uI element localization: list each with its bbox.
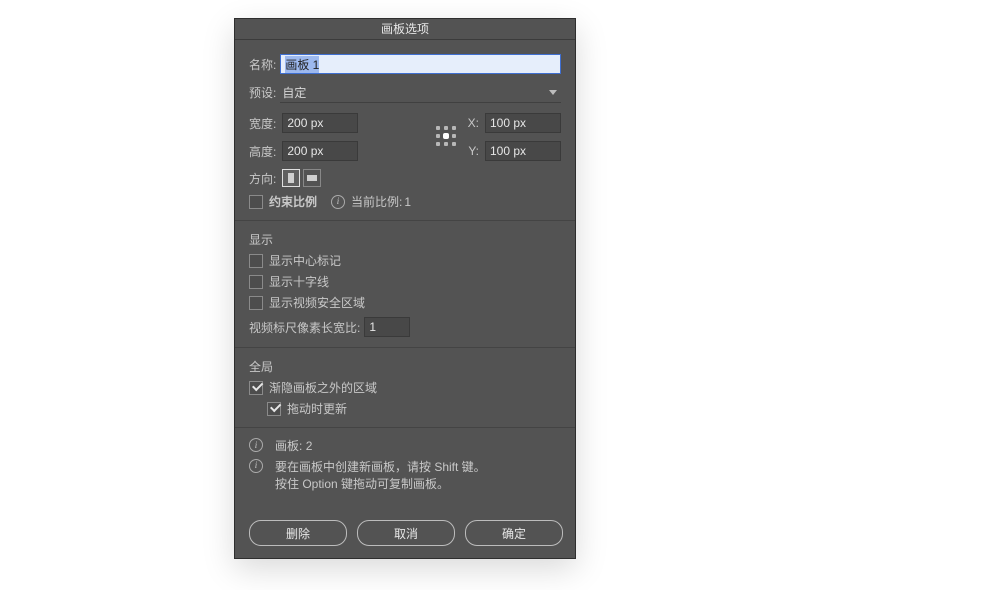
chevron-down-icon — [549, 90, 557, 95]
preset-value: 自定 — [282, 84, 306, 101]
fade-row: 渐隐画板之外的区域 — [249, 379, 561, 396]
info-icon: i — [331, 195, 345, 209]
fade-checkbox[interactable] — [249, 381, 263, 395]
x-input[interactable] — [485, 113, 561, 133]
info-icon: i — [249, 438, 263, 452]
orientation-label: 方向: — [249, 170, 276, 187]
hint-row: i 要在画板中创建新画板，请按 Shift 键。 按住 Option 键拖动可复… — [249, 459, 561, 493]
preset-select[interactable]: 自定 — [280, 82, 561, 103]
x-label: X: — [468, 116, 479, 130]
show-cross-checkbox[interactable] — [249, 275, 263, 289]
par-label: 视频标尺像素长宽比: — [249, 319, 360, 336]
orientation-portrait-button[interactable] — [282, 169, 300, 187]
hint-line-2: 按住 Option 键拖动可复制画板。 — [275, 477, 449, 491]
width-label: 宽度: — [249, 115, 276, 132]
orientation-row: 方向: — [249, 169, 561, 187]
show-cross-label: 显示十字线 — [269, 273, 329, 290]
landscape-icon — [307, 175, 317, 181]
preset-row: 预设: 自定 — [249, 82, 561, 103]
width-input[interactable] — [282, 113, 358, 133]
artboard-options-dialog: 画板选项 名称: 预设: 自定 宽度: X: — [234, 18, 576, 559]
height-input[interactable] — [282, 141, 358, 161]
artboard-count-row: i 画板: 2 — [249, 438, 561, 455]
height-label: 高度: — [249, 143, 276, 160]
show-safe-row: 显示视频安全区域 — [249, 294, 561, 311]
constrain-row: 约束比例 i 当前比例: 1 — [249, 193, 561, 210]
show-center-checkbox[interactable] — [249, 254, 263, 268]
par-row: 视频标尺像素长宽比: — [249, 317, 561, 337]
show-center-row: 显示中心标记 — [249, 252, 561, 269]
constrain-checkbox[interactable] — [249, 195, 263, 209]
current-ratio-label: 当前比例: — [351, 193, 402, 210]
drag-update-checkbox[interactable] — [267, 402, 281, 416]
drag-update-label: 拖动时更新 — [287, 400, 347, 417]
show-center-label: 显示中心标记 — [269, 252, 341, 269]
artboard-count-label: 画板: — [275, 439, 302, 453]
hint-line-1: 要在画板中创建新画板，请按 Shift 键。 — [275, 460, 486, 474]
delete-button[interactable]: 删除 — [249, 520, 347, 546]
y-input[interactable] — [485, 141, 561, 161]
name-label: 名称: — [249, 56, 276, 73]
par-input[interactable] — [364, 317, 410, 337]
ok-button[interactable]: 确定 — [465, 520, 563, 546]
constrain-label: 约束比例 — [269, 193, 317, 210]
current-ratio-value: 1 — [404, 195, 411, 209]
cancel-button[interactable]: 取消 — [357, 520, 455, 546]
button-row: 删除 取消 确定 — [235, 506, 575, 558]
y-label: Y: — [468, 144, 479, 158]
artboard-count-value: 2 — [306, 439, 313, 453]
hint-text: 要在画板中创建新画板，请按 Shift 键。 按住 Option 键拖动可复制画… — [275, 459, 486, 493]
name-row: 名称: — [249, 54, 561, 74]
drag-update-row: 拖动时更新 — [267, 400, 561, 417]
name-input[interactable] — [280, 54, 561, 74]
fade-label: 渐隐画板之外的区域 — [269, 379, 377, 396]
dialog-content: 名称: 预设: 自定 宽度: X: 高度: Y — [235, 40, 575, 506]
orientation-landscape-button[interactable] — [303, 169, 321, 187]
dimensions-grid: 宽度: X: 高度: Y: — [249, 113, 561, 161]
global-section-title: 全局 — [249, 358, 561, 375]
show-safe-label: 显示视频安全区域 — [269, 294, 365, 311]
display-section-title: 显示 — [249, 231, 561, 248]
portrait-icon — [288, 173, 294, 183]
reference-point-widget[interactable] — [436, 126, 458, 148]
preset-label: 预设: — [249, 84, 276, 101]
show-cross-row: 显示十字线 — [249, 273, 561, 290]
dialog-title: 画板选项 — [235, 19, 575, 40]
info-icon: i — [249, 459, 263, 473]
show-safe-checkbox[interactable] — [249, 296, 263, 310]
